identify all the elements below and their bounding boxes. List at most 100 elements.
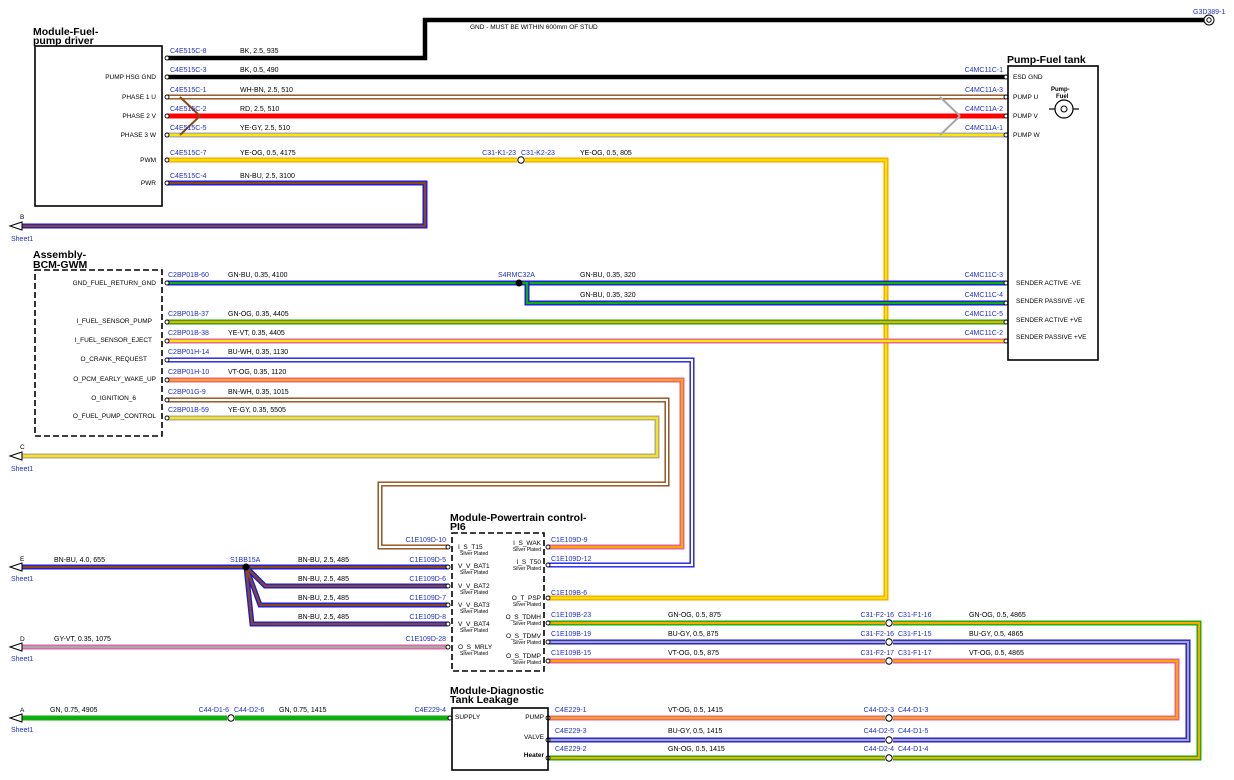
wire-spec: GN, 0.75, 4905 bbox=[50, 707, 98, 714]
connector-label: C44-D1-6 bbox=[199, 707, 229, 714]
pin-label: I_FUEL_SENSOR_EJECT bbox=[75, 337, 152, 344]
pin-label: SENDER PASSIVE +VE bbox=[1016, 334, 1087, 341]
connector-label: C31-K1-23 bbox=[482, 150, 516, 157]
connector-label: C4MC11C-5 bbox=[965, 311, 1003, 318]
wire-spec: VT-OG, 0.5, 1415 bbox=[668, 707, 723, 714]
sheet-name: Sheet1 bbox=[11, 466, 33, 473]
pin-label: V_V_BAT1 bbox=[458, 563, 490, 570]
pump-tank-pins: ESD GND PUMP U PUMP V PUMP W SENDER ACTI… bbox=[1013, 74, 1087, 341]
connector-label: C4MC11A-3 bbox=[965, 87, 1003, 94]
wire-spec: VT-OG, 0.5, 875 bbox=[668, 650, 719, 657]
plating-note: Silver Plated bbox=[460, 551, 488, 557]
wire-spec: GN-OG, 0.35, 4405 bbox=[228, 311, 289, 318]
wire-spec: WH-BN, 2.5, 510 bbox=[240, 87, 293, 94]
pin-label: PHASE 1 U bbox=[122, 94, 156, 101]
ground-stud-label: G3D389-1 bbox=[1193, 9, 1225, 16]
wire-spec: YE-OG, 0.5, 805 bbox=[580, 150, 632, 157]
connector-label: C2BP01H-14 bbox=[168, 349, 209, 356]
connector-label: C4E515C-7 bbox=[170, 150, 207, 157]
wire-spec: GN-BU, 0.35, 320 bbox=[580, 272, 636, 279]
wire-gnd-stud[interactable] bbox=[167, 17, 1205, 61]
pin-label: PUMP W bbox=[1013, 132, 1040, 139]
wire-spec: BN-WH, 0.35, 1015 bbox=[228, 389, 289, 396]
wire-ignition[interactable] bbox=[167, 397, 670, 550]
pin-label: O_S_MRLY bbox=[458, 644, 493, 651]
connector-label: C4MC11A-2 bbox=[965, 106, 1003, 113]
connector-label: C4E229-4 bbox=[414, 707, 446, 714]
wire-spec: BN-BU, 4.0, 655 bbox=[54, 557, 105, 564]
connector-label: C44-D2-4 bbox=[864, 746, 894, 753]
wire-pwr[interactable] bbox=[22, 180, 428, 229]
sheet-letter: E bbox=[20, 556, 25, 563]
pin-label: V_V_BAT4 bbox=[458, 621, 490, 628]
connector-label: C4MC11C-4 bbox=[965, 292, 1003, 299]
connector-label: C44-D2-6 bbox=[234, 707, 264, 714]
pcm-title-2: PI6 bbox=[450, 521, 466, 533]
pcm-title-1: Module-Powertrain control- bbox=[450, 512, 587, 524]
plating-note: Silver Plated bbox=[460, 590, 488, 596]
wire-spec: BN-BU, 2.5, 485 bbox=[298, 576, 349, 583]
wire-early-wake[interactable] bbox=[167, 377, 685, 550]
connector-label: C4E515C-8 bbox=[170, 48, 207, 55]
sheet-letter: B bbox=[20, 214, 24, 221]
connector-label: C44-D2-3 bbox=[864, 707, 894, 714]
pcm-pins-left: I_S_T15 V_V_BAT1 V_V_BAT2 V_V_BAT3 V_V_B… bbox=[458, 544, 493, 651]
connector-label: C4MC11A-1 bbox=[965, 125, 1003, 132]
pump-tank-box[interactable] bbox=[1007, 65, 1099, 361]
pump-driver-title-2: pump driver bbox=[33, 35, 94, 47]
connector-label: C4MC11C-2 bbox=[965, 330, 1003, 337]
pin-label: VALVE bbox=[524, 734, 545, 741]
pin-label: PWM bbox=[140, 157, 156, 164]
sheet-refs: B Sheet1 C Sheet1 E Sheet1 D Sheet1 A Sh… bbox=[11, 214, 33, 734]
pin-label: PUMP bbox=[525, 714, 544, 721]
connector-label: C2BP01B-38 bbox=[168, 330, 209, 337]
connector-label: C1E109D-5 bbox=[409, 557, 446, 564]
wire-spec: RD, 2.5, 510 bbox=[240, 106, 279, 113]
bcm-pins: GND_FUEL_RETURN_GND I_FUEL_SENSOR_PUMP I… bbox=[73, 280, 157, 420]
pin-label: Heater bbox=[524, 752, 545, 759]
bcm-box[interactable] bbox=[34, 269, 163, 437]
wire-fuel-pump-control[interactable] bbox=[22, 415, 660, 459]
pin-label: I_S_T15 bbox=[458, 544, 483, 551]
pin-label: I_S_WAK bbox=[513, 540, 542, 547]
connector-label: C4E515C-4 bbox=[170, 173, 207, 180]
sheet-name: Sheet1 bbox=[11, 236, 33, 243]
plating-note: Silver Plated bbox=[460, 628, 488, 634]
pin-label: SENDER PASSIVE -VE bbox=[1016, 298, 1086, 305]
connector-label: C4MC11C-3 bbox=[965, 272, 1003, 279]
wire-spec: BK, 0.5, 490 bbox=[240, 67, 279, 74]
pin-label: O_FUEL_PUMP_CONTROL bbox=[73, 413, 156, 420]
wire-spec: GY-VT, 0.35, 1075 bbox=[54, 636, 111, 643]
pin-label: PWR bbox=[141, 180, 156, 187]
pin-label: SUPPLY bbox=[455, 714, 481, 721]
wire-spec: GN, 0.75, 1415 bbox=[279, 707, 327, 714]
plating-note: Silver Plated bbox=[513, 640, 541, 646]
wire-bat-feed[interactable] bbox=[22, 563, 448, 627]
plating-note: Silver Plated bbox=[513, 566, 541, 572]
connector-label: C1E109D-9 bbox=[551, 537, 588, 544]
wire-spec: YE-VT, 0.35, 4405 bbox=[228, 330, 285, 337]
sheet-letter: D bbox=[20, 636, 25, 643]
wire-tdmp[interactable] bbox=[548, 658, 1180, 721]
sheet-name: Sheet1 bbox=[11, 576, 33, 583]
wire-spec: BN-BU, 2.5, 485 bbox=[298, 557, 349, 564]
connector-label: C31-F2-16 bbox=[861, 612, 895, 619]
sheet-letter: C bbox=[20, 444, 25, 451]
plating-note: Silver Plated bbox=[513, 547, 541, 553]
sheet-name: Sheet1 bbox=[11, 656, 33, 663]
wiring-diagram: Module-Fuel- pump driver Pump-Fuel tank … bbox=[8, 9, 1225, 771]
connector-label: C31-F1-17 bbox=[898, 650, 932, 657]
pump-driver-pins: PUMP HSG GND PHASE 1 U PHASE 2 V PHASE 3… bbox=[105, 74, 157, 187]
plating-note: Silver Plated bbox=[460, 651, 488, 657]
wire-spec: VT-OG, 0.5, 4865 bbox=[969, 650, 1024, 657]
connector-label: C2BP01B-37 bbox=[168, 311, 209, 318]
wire-spec: BU-GY, 0.5, 875 bbox=[668, 631, 719, 638]
pin-label: O_CRANK_REQUEST bbox=[81, 356, 147, 363]
pin-label: O_S_TDMH bbox=[506, 614, 542, 621]
connector-label: C2BP01H-10 bbox=[168, 369, 209, 376]
pin-label: O_S_TDMV bbox=[506, 633, 542, 640]
pin-label: O_IGNITION_6 bbox=[91, 395, 136, 402]
connector-label: C1E109D-10 bbox=[406, 537, 447, 544]
pin-label: ESD GND bbox=[1013, 74, 1043, 81]
connector-label: C1E109D-12 bbox=[551, 556, 592, 563]
